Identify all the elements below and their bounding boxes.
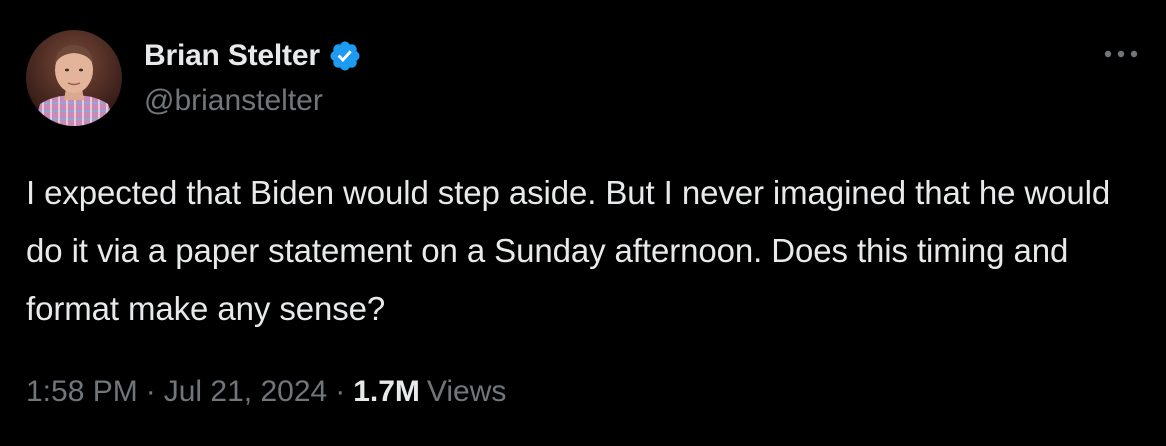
author-avatar[interactable] — [26, 30, 122, 126]
meta-separator: · — [145, 375, 156, 408]
tweet-date: Jul 21, 2024 — [163, 375, 328, 408]
author-display-name[interactable]: Brian Stelter — [144, 39, 320, 73]
author-name-row: Brian Stelter — [144, 36, 362, 76]
tweet-timestamp[interactable]: 1:58 PM · Jul 21, 2024 — [26, 375, 327, 409]
views-count[interactable]: 1.7M — [353, 375, 420, 409]
views-label: Views — [426, 375, 507, 408]
verified-badge-icon[interactable] — [328, 39, 362, 73]
more-horizontal-icon — [1103, 46, 1139, 64]
more-options-button[interactable] — [1098, 40, 1144, 70]
tweet-card: Brian Stelter @brianstelter I expected t… — [0, 0, 1166, 446]
tweet-text: I expected that Biden would step aside. … — [26, 174, 1111, 327]
meta-separator: · — [335, 375, 346, 408]
tweet-time: 1:58 PM — [26, 375, 138, 408]
avatar-photo — [26, 30, 122, 126]
tweet-meta: 1:58 PM · Jul 21, 2024 · 1.7M Views — [26, 370, 506, 414]
author-handle[interactable]: @brianstelter — [144, 84, 323, 118]
